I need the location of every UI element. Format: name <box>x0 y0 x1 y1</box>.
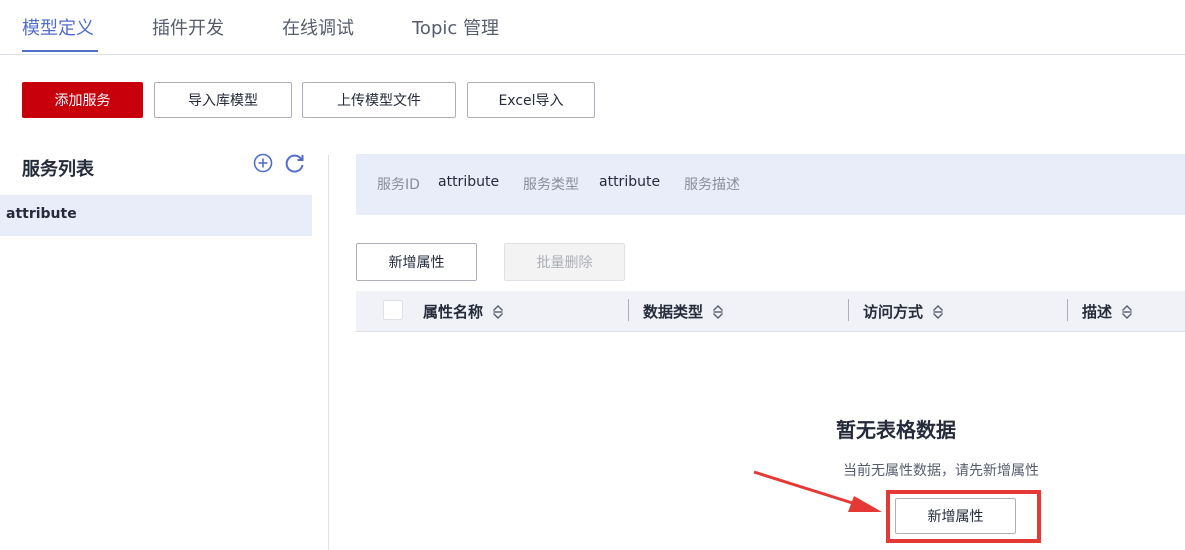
select-all-checkbox[interactable] <box>383 300 403 320</box>
sort-icon[interactable] <box>491 303 505 321</box>
active-tab-indicator <box>22 50 98 52</box>
property-table-header: 属性名称 数据类型 访问方式 描述 <box>356 291 1185 332</box>
annotation-arrow-icon <box>753 470 882 512</box>
tab-online-debug[interactable]: 在线调试 <box>282 14 354 40</box>
service-list-title: 服务列表 <box>22 159 94 180</box>
empty-state-title: 暂无表格数据 <box>836 418 956 442</box>
column-header-access-mode[interactable]: 访问方式 <box>863 301 945 322</box>
empty-state-title-wrap: 暂无表格数据 <box>0 414 1185 443</box>
column-separator <box>1067 299 1068 321</box>
service-id-label: 服务ID <box>377 177 420 193</box>
service-info-bar: 服务ID attribute 服务类型 attribute 服务描述 <box>356 154 1185 215</box>
import-library-model-button[interactable]: 导入库模型 <box>154 82 292 118</box>
highlight-box <box>886 490 1041 543</box>
batch-delete-button[interactable]: 批量删除 <box>504 243 625 281</box>
upload-model-file-button[interactable]: 上传模型文件 <box>302 82 456 118</box>
add-property-button[interactable]: 新增属性 <box>356 243 477 281</box>
column-header-label: 数据类型 <box>643 303 704 321</box>
sidebar-item-attribute[interactable]: attribute <box>0 195 312 236</box>
column-separator <box>628 299 629 321</box>
service-type-value: attribute <box>599 174 661 190</box>
add-circle-icon[interactable] <box>252 152 274 174</box>
service-id-value: attribute <box>438 174 500 190</box>
excel-import-button[interactable]: Excel导入 <box>467 82 595 118</box>
column-header-data-type[interactable]: 数据类型 <box>643 301 725 322</box>
tab-plugin-development[interactable]: 插件开发 <box>152 14 224 40</box>
column-header-label: 访问方式 <box>863 303 924 321</box>
sort-icon[interactable] <box>931 303 945 321</box>
tab-model-definition[interactable]: 模型定义 <box>22 14 94 40</box>
sort-icon[interactable] <box>711 303 725 321</box>
column-header-description[interactable]: 描述 <box>1082 301 1134 322</box>
column-header-label: 描述 <box>1082 303 1113 321</box>
column-header-property-name[interactable]: 属性名称 <box>423 301 505 322</box>
column-separator <box>848 299 849 321</box>
sort-icon[interactable] <box>1120 303 1134 321</box>
sidebar-divider <box>328 155 329 550</box>
column-header-label: 属性名称 <box>423 303 484 321</box>
sidebar-item-label: attribute <box>6 206 77 222</box>
tab-topic-management[interactable]: Topic 管理 <box>412 14 499 40</box>
add-service-button[interactable]: 添加服务 <box>22 82 143 118</box>
service-type-label: 服务类型 <box>523 177 579 193</box>
refresh-icon[interactable] <box>284 152 306 174</box>
tabs-divider <box>0 54 1185 55</box>
service-desc-label: 服务描述 <box>684 177 740 193</box>
